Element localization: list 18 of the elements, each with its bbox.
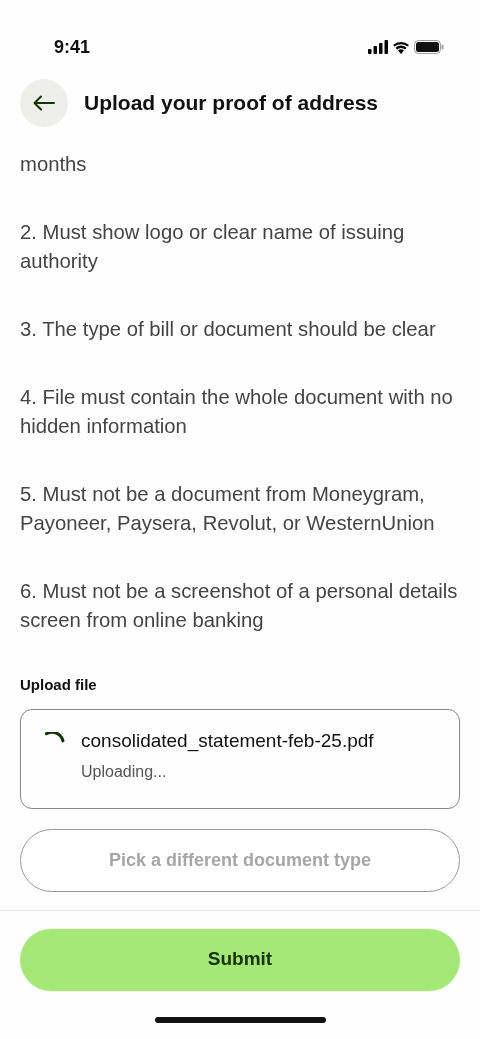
signal-icon	[368, 40, 388, 54]
back-button[interactable]	[20, 79, 68, 127]
back-arrow-icon	[33, 95, 55, 111]
file-name: consolidated_statement-feb-25.pdf	[81, 728, 374, 754]
requirement-text: 6. Must not be a screenshot of a personal details screen from online banking	[20, 579, 459, 633]
requirement-text: 4. File must contain the whole document with no hidden information	[20, 385, 454, 439]
status-time: 9:41	[54, 35, 91, 59]
spinner-icon	[45, 731, 65, 743]
upload-status: Uploading...	[81, 761, 168, 782]
page-title: Upload your proof of address	[84, 90, 379, 116]
requirement-text: 5. Must not be a document from Moneygram, Payoneer, Paysera, Revolut, or WesternUnion	[20, 482, 436, 536]
submit-button[interactable]: Submit	[20, 928, 460, 991]
battery-icon	[414, 40, 444, 54]
requirement-text: months	[20, 152, 88, 177]
requirement-text: 2. Must show logo or clear name of issuing authority	[20, 220, 406, 274]
requirement-text: 3. The type of bill or document should be clear	[20, 317, 437, 342]
field-label: Upload file	[20, 675, 98, 695]
wifi-icon	[392, 40, 410, 54]
